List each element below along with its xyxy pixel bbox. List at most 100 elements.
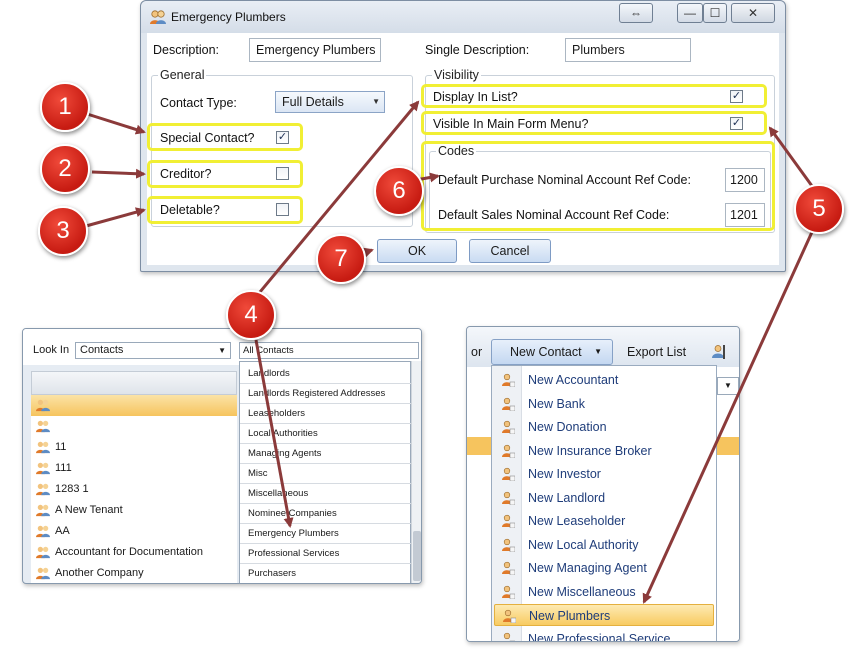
menu-item-new-donation[interactable]: New Donation <box>494 416 714 438</box>
menu-item-new-investor[interactable]: New Investor <box>494 463 714 485</box>
contacts-icon <box>36 399 50 412</box>
deletable-highlight <box>147 196 303 224</box>
codes-highlight <box>421 141 775 231</box>
single-description-field[interactable]: Plumbers <box>565 38 691 62</box>
cancel-button[interactable]: Cancel <box>469 239 551 263</box>
dropdown-item[interactable]: Professional Services <box>240 544 412 564</box>
contact-filter-select[interactable]: All Contacts <box>239 342 419 359</box>
background-selected-row-right <box>717 437 739 455</box>
contact-icon <box>502 538 515 552</box>
list-item[interactable]: Another Company <box>31 563 237 583</box>
step-marker-6: 6 <box>374 166 424 216</box>
contact-icon <box>502 514 515 528</box>
menu-item-new-professional-service[interactable]: New Professional Service <box>494 628 714 641</box>
lookin-select[interactable]: Contacts ▼ <box>75 342 231 359</box>
contacts-icon <box>36 504 50 517</box>
chevron-down-icon: ▼ <box>594 347 602 356</box>
list-item[interactable]: A New Tenant <box>31 500 237 521</box>
menu-item-label: New Landlord <box>528 490 606 505</box>
menu-item-new-insurance-broker[interactable]: New Insurance Broker <box>494 440 714 462</box>
contact-icon <box>502 397 515 411</box>
dropdown-item[interactable]: Miscellaneous <box>240 484 412 504</box>
menu-item-label: New Bank <box>528 396 585 411</box>
contact-icon <box>502 467 515 481</box>
list-item[interactable]: Accountant for Documentation <box>31 542 237 563</box>
close-button[interactable]: ✕ <box>731 3 775 23</box>
dropdown-item[interactable]: Leaseholders <box>240 404 412 424</box>
contact-type-select[interactable]: Full Details ▼ <box>275 91 385 113</box>
contact-icon <box>502 491 515 505</box>
dropdown-item[interactable]: Nominee Companies <box>240 504 412 524</box>
new-contact-button[interactable]: New Contact ▼ <box>491 339 613 365</box>
menu-item-label: New Investor <box>528 467 601 481</box>
new-contact-window: or New Contact ▼ Export List ▼ New Accou… <box>466 326 740 642</box>
arrow-1 <box>83 111 146 135</box>
menu-item-new-leaseholder[interactable]: New Leaseholder <box>494 510 714 532</box>
list-item[interactable]: 1283 1 <box>31 479 237 500</box>
title-bar: Emergency Plumbers ⇔ — ☐ ✕ <box>141 1 785 33</box>
menu-item-new-bank[interactable]: New Bank <box>494 393 714 415</box>
creditor-highlight <box>147 160 303 188</box>
minimize-button[interactable]: — <box>677 3 703 23</box>
menu-item-label: New Managing Agent <box>528 561 647 575</box>
menu-item-new-managing-agent[interactable]: New Managing Agent <box>494 557 714 579</box>
menu-item-label: New Insurance Broker <box>528 443 652 458</box>
background-select[interactable]: ▼ <box>717 377 739 395</box>
window-title: Emergency Plumbers <box>171 10 286 24</box>
list-item[interactable]: AA <box>31 521 237 542</box>
ok-button[interactable]: OK <box>377 239 457 263</box>
contact-icon <box>502 373 515 387</box>
list-item[interactable]: 111 <box>31 458 237 479</box>
background-grid-strip <box>467 367 491 641</box>
menu-item-label: New Leaseholder <box>528 514 626 528</box>
menu-item-new-local-authority[interactable]: New Local Authority <box>494 534 714 556</box>
contact-icon <box>502 585 515 599</box>
maximize-button[interactable]: ☐ <box>703 3 727 23</box>
contacts-list[interactable]: 11 111 1283 1 A New Tenant AA Accountant… <box>31 395 237 583</box>
contact-filter-dropdown: Landlords Landlords Registered Addresses… <box>239 361 412 583</box>
dropdown-item[interactable]: Local Authorities <box>240 424 412 444</box>
dropdown-item[interactable]: Purchasers <box>240 564 412 583</box>
special-contact-highlight <box>147 123 303 151</box>
list-item-label: Accountant for Documentation <box>55 546 203 558</box>
contact-icon <box>503 632 515 641</box>
menu-item-label: New Plumbers <box>529 609 611 623</box>
list-item[interactable]: 11 <box>31 437 237 458</box>
contact-icon <box>502 420 515 434</box>
step-marker-3: 3 <box>38 206 88 256</box>
step-marker-2: 2 <box>40 144 90 194</box>
scrollbar-thumb[interactable] <box>413 531 421 581</box>
export-list-button[interactable]: Export List <box>627 345 686 359</box>
new-contact-label: New Contact <box>510 345 582 359</box>
restore-size-button[interactable]: ⇔ <box>619 3 653 23</box>
dropdown-item[interactable]: Emergency Plumbers <box>240 524 412 544</box>
dropdown-item[interactable]: Landlords <box>240 364 412 384</box>
chevron-down-icon: ▼ <box>218 346 226 355</box>
single-description-label: Single Description: <box>425 43 530 57</box>
menu-item-new-miscellaneous[interactable]: New Miscellaneous <box>494 581 714 603</box>
contacts-icon <box>36 525 50 538</box>
dropdown-item[interactable]: Landlords Registered Addresses <box>240 384 412 404</box>
menu-item-label: New Donation <box>528 420 607 434</box>
step-marker-7: 7 <box>316 234 366 284</box>
menu-item-new-landlord[interactable]: New Landlord <box>494 487 714 509</box>
dropdown-item[interactable]: Misc <box>240 464 412 484</box>
list-item[interactable] <box>31 416 237 437</box>
arrow-2 <box>91 168 146 179</box>
list-item-label: AA <box>55 525 70 537</box>
visible-in-menu-highlight <box>421 111 767 135</box>
menu-item-new-accountant[interactable]: New Accountant <box>494 369 714 391</box>
contact-icon <box>503 609 516 623</box>
description-field[interactable]: Emergency Plumbers <box>249 38 381 62</box>
list-item-label: A New Tenant <box>55 504 123 516</box>
dropdown-item[interactable]: Managing Agents <box>240 444 412 464</box>
contacts-icon <box>36 546 50 559</box>
menu-item-new-plumbers[interactable]: New Plumbers <box>494 604 714 626</box>
contacts-icon <box>36 567 50 580</box>
contact-filter-value: All Contacts <box>243 345 294 356</box>
dropdown-scrollbar[interactable] <box>411 361 421 583</box>
visibility-group-title: Visibility <box>432 68 481 82</box>
step-marker-4: 4 <box>226 290 276 340</box>
display-in-list-highlight <box>421 84 767 108</box>
list-item[interactable] <box>31 395 237 416</box>
